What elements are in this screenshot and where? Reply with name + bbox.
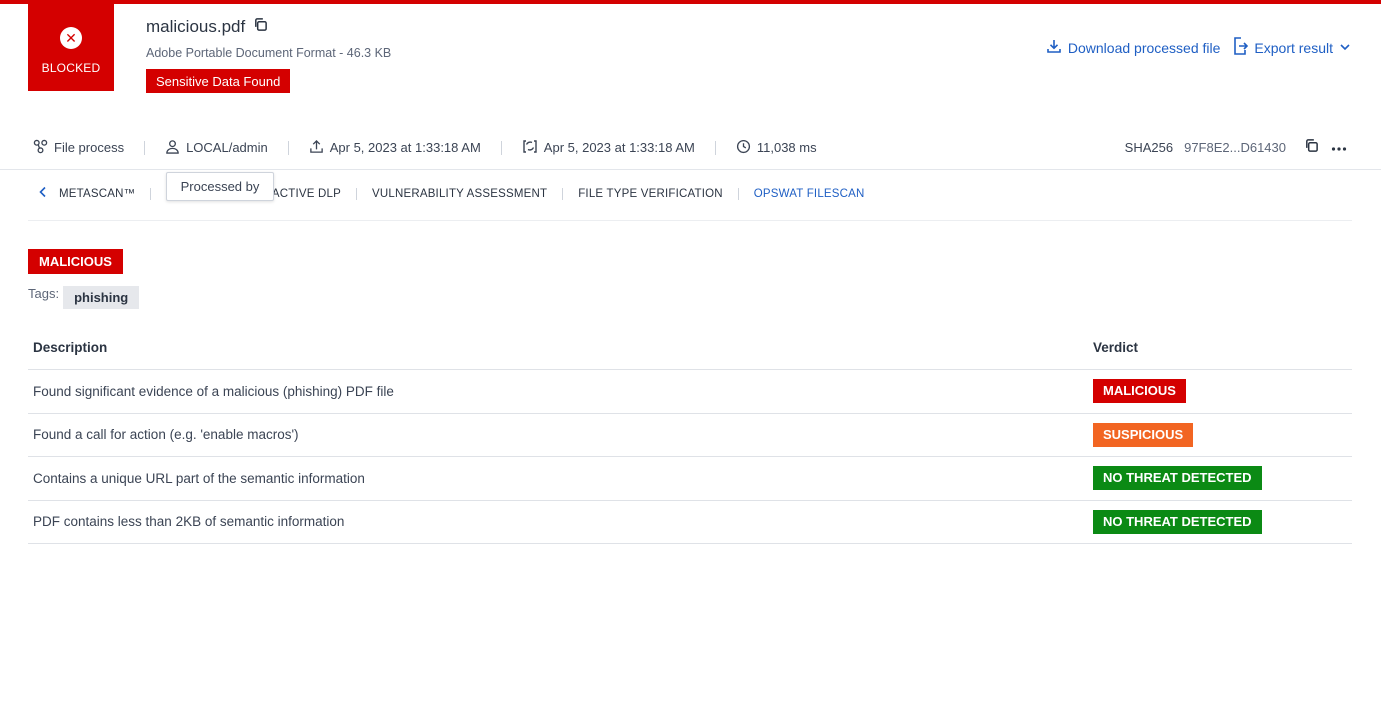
upload-time-value: Apr 5, 2023 at 1:33:18 AM (329, 140, 481, 155)
blocked-x-icon: ✕ (60, 26, 82, 49)
file-name-row: malicious.pdf (146, 17, 268, 37)
sha256-label: SHA256 (1124, 139, 1174, 155)
engine-tabs: METASCAN™ D ACTIVE DLP VULNERABILITY ASS… (38, 186, 865, 201)
table-header-row: Description Verdict (28, 326, 1352, 370)
process-time-value: Apr 5, 2023 at 1:33:18 AM (543, 140, 695, 155)
tabs-divider (28, 220, 1352, 221)
file-process-item[interactable]: File process (33, 139, 124, 157)
sha256-value: 97F8E2...D61430 (1184, 139, 1286, 155)
table-row: Contains a unique URL part of the semant… (28, 457, 1352, 501)
upload-time-item: Apr 5, 2023 at 1:33:18 AM (309, 139, 481, 157)
download-processed-file-button[interactable]: Download processed file (1046, 38, 1221, 57)
chevron-left-icon[interactable] (38, 186, 47, 201)
duration-item: 11,038 ms (736, 139, 817, 157)
table-row: PDF contains less than 2KB of semantic i… (28, 501, 1352, 544)
processed-by-tooltip: Processed by (166, 172, 274, 201)
blocked-status-box: ✕ BLOCKED (28, 4, 114, 91)
findings-table: Description Verdict Found significant ev… (28, 326, 1352, 544)
blocked-label: BLOCKED (41, 60, 101, 75)
top-accent-bar (0, 0, 1381, 4)
export-label: Export result (1254, 39, 1333, 56)
tab-file-type-verification[interactable]: FILE TYPE VERIFICATION (578, 188, 723, 200)
overall-verdict-badge: MALICIOUS (28, 249, 123, 274)
header-divider (0, 169, 1381, 170)
table-row: Found a call for action (e.g. 'enable ma… (28, 414, 1352, 457)
process-time-item: Apr 5, 2023 at 1:33:18 AM (522, 138, 695, 157)
tab-divider (355, 187, 357, 200)
finding-description: Found significant evidence of a maliciou… (33, 383, 394, 399)
table-row: Found significant evidence of a maliciou… (28, 370, 1352, 414)
verdict-column-header: Verdict (1093, 340, 1139, 355)
workflow-icon (33, 139, 48, 157)
tab-divider (150, 187, 152, 200)
sha256-area: SHA256 97F8E2...D61430 (1125, 138, 1347, 156)
meta-divider (144, 140, 146, 155)
header-actions: Download processed file Export result (1046, 37, 1351, 58)
duration-value: 11,038 ms (756, 140, 817, 155)
processed-by-value: LOCAL/admin (186, 140, 268, 155)
copy-hash-icon[interactable] (1304, 138, 1319, 156)
file-subtitle: Adobe Portable Document Format - 46.3 KB (146, 46, 392, 60)
tag-chip: phishing (63, 286, 140, 309)
processed-by-item[interactable]: LOCAL/admin (165, 139, 268, 157)
tab-divider (562, 187, 564, 200)
meta-divider (500, 140, 502, 155)
meta-divider (287, 140, 289, 155)
user-icon (165, 139, 180, 157)
verdict-badge: SUSPICIOUS (1093, 422, 1194, 447)
tab-active-dlp[interactable]: ACTIVE DLP (272, 188, 341, 200)
refresh-icon (522, 138, 538, 157)
tab-vulnerability-assessment[interactable]: VULNERABILITY ASSESSMENT (372, 188, 547, 200)
file-process-label: File process (54, 140, 125, 155)
clock-icon (736, 139, 751, 157)
description-column-header: Description (33, 340, 108, 355)
export-result-button[interactable]: Export result (1232, 37, 1351, 58)
finding-description: Contains a unique URL part of the semant… (33, 470, 365, 486)
chevron-down-icon (1339, 40, 1351, 56)
tags-label: Tags: (28, 286, 60, 301)
copy-icon[interactable] (253, 17, 268, 37)
verdict-badge: NO THREAT DETECTED (1093, 509, 1262, 534)
verdict-badge: MALICIOUS (1093, 379, 1186, 404)
download-label: Download processed file (1067, 39, 1221, 56)
export-icon (1232, 37, 1249, 58)
download-icon (1046, 38, 1062, 57)
tags-row: Tags: phishing (28, 286, 140, 309)
file-meta-bar: File process LOCAL/admin Apr 5, 2023 at … (33, 138, 817, 157)
finding-description: Found a call for action (e.g. 'enable ma… (33, 427, 299, 443)
verdict-badge: NO THREAT DETECTED (1093, 466, 1262, 491)
meta-divider (714, 140, 716, 155)
tab-opswat-filescan[interactable]: OPSWAT FILESCAN (754, 188, 865, 200)
more-options-icon[interactable] (1331, 140, 1347, 155)
file-name: malicious.pdf (146, 17, 246, 36)
tab-divider (737, 187, 739, 200)
upload-icon (309, 139, 324, 157)
sensitive-data-badge: Sensitive Data Found (146, 69, 291, 93)
finding-description: PDF contains less than 2KB of semantic i… (33, 514, 345, 530)
tab-metascan[interactable]: METASCAN™ (59, 188, 135, 200)
